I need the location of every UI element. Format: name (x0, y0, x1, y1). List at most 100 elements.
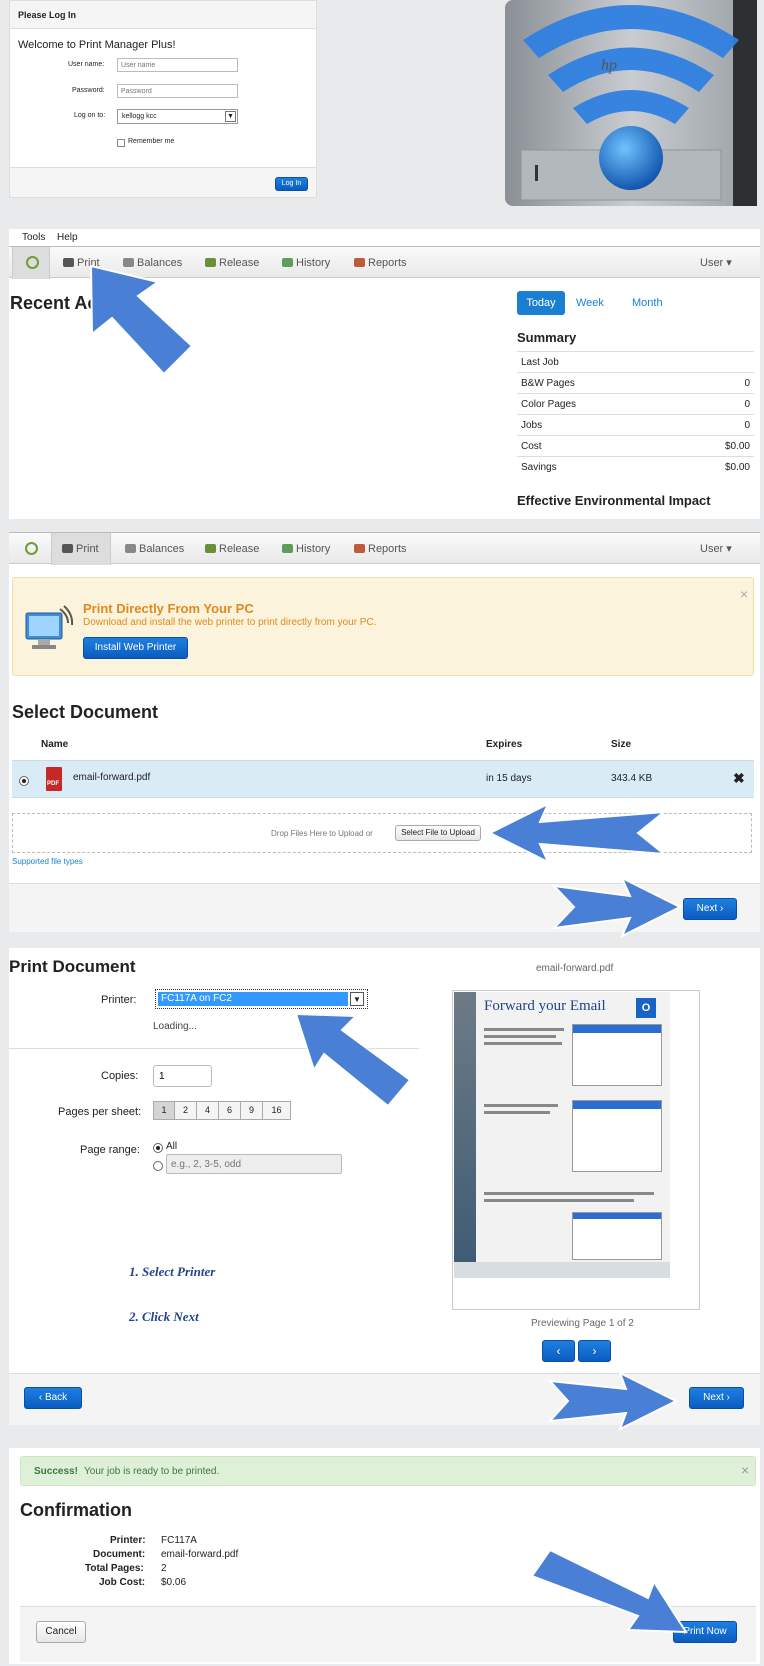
preview-next-button[interactable]: › (578, 1340, 611, 1362)
password-input[interactable] (117, 84, 238, 98)
printer-icon (62, 544, 73, 553)
confirm-printer-value: FC117A (161, 1535, 197, 1546)
step-1-instruction: 1. Select Printer (129, 1264, 216, 1279)
copies-input[interactable] (153, 1065, 212, 1087)
preview-prev-button[interactable]: ‹ (542, 1340, 575, 1362)
file-radio[interactable] (19, 776, 29, 786)
nav-release[interactable]: Release (203, 533, 259, 565)
file-name: email-forward.pdf (73, 772, 151, 783)
success-bold: Success! (34, 1466, 78, 1477)
printer-select[interactable]: FC117A on FC2 ▼ (155, 989, 368, 1009)
welcome-text: Welcome to Print Manager Plus! (18, 39, 176, 51)
tab-today[interactable]: Today (517, 291, 565, 315)
menu-tools[interactable]: Tools (22, 232, 45, 243)
page-range-label: Page range: (80, 1144, 140, 1156)
logon-select[interactable]: kellogg kcc ▼ (117, 109, 238, 124)
confirm-document-label: Document: (93, 1549, 146, 1560)
pps-option-2[interactable]: 2 (175, 1101, 197, 1120)
copies-label: Copies: (101, 1070, 139, 1082)
pps-option-16[interactable]: 16 (263, 1101, 291, 1120)
menu-help[interactable]: Help (57, 232, 78, 243)
close-icon[interactable]: × (741, 1462, 749, 1478)
confirm-cost-value: $0.06 (161, 1577, 187, 1588)
nav-reports[interactable]: Reports (352, 247, 407, 279)
nav-home[interactable] (12, 533, 50, 565)
summary-row: B&W Pages 0 (517, 372, 754, 393)
column-name: Name (41, 739, 69, 750)
confirm-document-value: email-forward.pdf (161, 1549, 239, 1560)
cancel-button[interactable]: Cancel (36, 1621, 86, 1643)
file-size: 343.4 KB (611, 773, 653, 784)
pps-option-9[interactable]: 9 (241, 1101, 263, 1120)
next-button[interactable]: Next › (689, 1387, 744, 1409)
nav-history[interactable]: History (280, 247, 330, 279)
home-icon (25, 542, 38, 555)
column-expires: Expires (486, 739, 523, 750)
arrow-pointer-print (89, 264, 194, 376)
loading-text: Loading... (153, 1021, 197, 1032)
file-expires: in 15 days (486, 773, 532, 784)
nav-release[interactable]: Release (203, 247, 259, 279)
tab-month[interactable]: Month (632, 297, 663, 309)
username-input[interactable] (117, 58, 238, 72)
pps-option-6[interactable]: 6 (219, 1101, 241, 1120)
tab-week[interactable]: Week (576, 297, 604, 309)
bank-icon (125, 544, 136, 553)
select-file-button[interactable]: Select File to Upload (395, 825, 481, 841)
arrow-pointer-printer (294, 1012, 412, 1108)
printer-value: FC117A on FC2 (158, 992, 348, 1006)
arrow-pointer-next (552, 876, 682, 938)
release-icon (205, 544, 216, 553)
column-size: Size (611, 739, 632, 750)
range-custom-radio[interactable] (153, 1161, 163, 1171)
summary-row: Jobs 0 (517, 414, 754, 435)
confirm-pages-value: 2 (161, 1563, 167, 1574)
pps-option-1[interactable]: 1 (153, 1101, 175, 1120)
user-menu[interactable]: User ▾ (700, 533, 732, 565)
install-web-printer-button[interactable]: Install Web Printer (83, 637, 188, 659)
supported-file-types-link[interactable]: Supported file types (12, 857, 83, 866)
file-row[interactable]: PDF email-forward.pdf in 15 days 343.4 K… (12, 760, 754, 798)
delete-icon[interactable]: ✖ (733, 770, 745, 787)
arrow-pointer-print-now (530, 1548, 688, 1634)
range-all-label: All (166, 1141, 178, 1152)
next-button[interactable]: Next › (683, 898, 737, 920)
preview-filename: email-forward.pdf (536, 963, 614, 974)
pages-per-sheet-group: 1 2 4 6 9 16 (153, 1101, 291, 1120)
pdf-file-icon: PDF (46, 767, 62, 791)
chart-icon (354, 258, 365, 267)
confirm-pages-label: Total Pages: (85, 1563, 144, 1574)
nav-reports[interactable]: Reports (352, 533, 407, 565)
nav-balances[interactable]: Balances (123, 533, 184, 565)
arrow-pointer-next (548, 1371, 678, 1431)
preview-page-indicator: Previewing Page 1 of 2 (531, 1318, 634, 1329)
web-printer-banner: Print Directly From Your PC Download and… (12, 577, 754, 676)
chevron-left-icon: ‹ (38, 1392, 43, 1403)
summary-row: Cost $0.00 (517, 435, 754, 456)
pages-per-sheet-label: Pages per sheet: (58, 1106, 142, 1118)
chevron-right-icon: › (726, 1392, 730, 1403)
confirm-printer-label: Printer: (110, 1535, 146, 1546)
nav-print[interactable]: Print (51, 533, 111, 565)
range-all-radio[interactable] (153, 1143, 163, 1153)
remember-checkbox[interactable] (117, 139, 125, 147)
username-label: User name: (68, 61, 105, 68)
back-button[interactable]: ‹ Back (24, 1387, 82, 1409)
chevron-right-icon: › (592, 1344, 597, 1358)
preview-page: Forward your Email O (454, 992, 670, 1278)
summary-row: Last Job (517, 351, 754, 372)
computer-icon (25, 605, 74, 649)
env-impact-title: Effective Environmental Impact (517, 493, 711, 508)
nav-history[interactable]: History (280, 533, 330, 565)
nav-home[interactable] (12, 247, 50, 279)
login-button[interactable]: Log In (275, 177, 308, 191)
printer-label: Printer: (101, 994, 137, 1006)
user-menu[interactable]: User ▾ (700, 247, 732, 279)
pps-option-4[interactable]: 4 (197, 1101, 219, 1120)
success-text: Your job is ready to be printed. (84, 1466, 220, 1477)
hp-logo: hp (601, 57, 617, 74)
chevron-down-icon: ▼ (225, 111, 236, 122)
page-range-input[interactable] (166, 1154, 342, 1174)
select-document-title: Select Document (12, 702, 159, 722)
close-icon[interactable]: × (740, 586, 748, 602)
